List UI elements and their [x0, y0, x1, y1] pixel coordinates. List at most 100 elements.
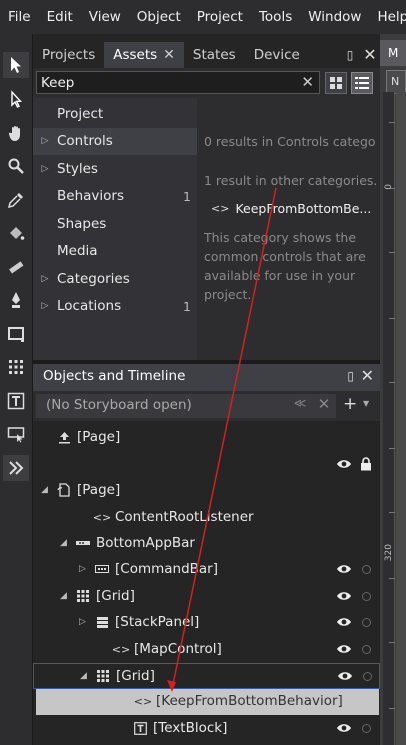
paint-bucket-tool-icon[interactable] — [3, 220, 29, 246]
tab-states[interactable]: States — [184, 42, 245, 68]
tree-row[interactable]: ▷ [StackPanel] — [33, 610, 380, 636]
eyedropper-tool-icon[interactable] — [3, 187, 29, 213]
storyboard-picker[interactable]: (No Storyboard open) ≪ ✕ — [36, 394, 336, 418]
category-behaviors[interactable]: Behaviors 1 — [33, 183, 197, 210]
list-view-button[interactable] — [351, 72, 373, 94]
panel-tabs: Projects Assets ✕ States Device ▯ ✕ — [33, 40, 380, 68]
menu-item-project[interactable]: Project — [189, 0, 251, 34]
lock-toggle-dot[interactable] — [362, 724, 371, 733]
tools-panel — [0, 34, 33, 745]
behavior-code-icon: <> — [211, 202, 230, 215]
pin-icon[interactable]: ▯ — [347, 369, 354, 383]
lock-toggle-dot[interactable] — [362, 645, 371, 654]
lock-toggle-dot[interactable] — [362, 565, 371, 574]
tree-item-label: [StackPanel] — [115, 614, 200, 630]
visibility-eye-icon[interactable] — [336, 590, 352, 602]
tab-label: States — [192, 47, 236, 63]
expand-arrow-icon[interactable]: ▷ — [33, 136, 57, 146]
visibility-eye-icon[interactable] — [336, 616, 352, 628]
visibility-eye-icon[interactable] — [336, 458, 352, 470]
category-shapes[interactable]: Shapes — [33, 210, 197, 237]
tab-assets[interactable]: Assets ✕ — [104, 42, 184, 68]
close-icon[interactable]: ✕ — [361, 366, 374, 385]
category-categories[interactable]: ▷ Categories — [33, 265, 197, 292]
gradient-tool-icon[interactable] — [3, 254, 29, 280]
chevron-down-icon[interactable]: ▼ — [363, 399, 369, 408]
collapse-arrow-icon[interactable]: ◢ — [60, 538, 67, 548]
grid-icon — [96, 669, 110, 683]
collapse-arrow-icon[interactable]: ◢ — [80, 671, 87, 681]
visibility-eye-icon[interactable] — [336, 563, 352, 575]
tree-row[interactable]: [Page] — [33, 425, 380, 451]
lock-toggle-dot[interactable] — [362, 618, 371, 627]
menu-item-window[interactable]: Window — [300, 0, 369, 34]
category-locations[interactable]: ▷ Locations 1 — [33, 293, 197, 320]
artboard-area: M N 0 320 — [380, 34, 406, 745]
category-controls[interactable]: ▷ Controls — [33, 127, 197, 155]
code-icon: <> — [133, 694, 153, 708]
close-tab-icon[interactable]: ✕ — [163, 42, 175, 68]
ruler-tick — [389, 122, 395, 123]
pen-tool-icon[interactable] — [3, 287, 29, 313]
category-media[interactable]: Media — [33, 238, 197, 265]
tree-row[interactable]: <> ContentRootListener — [33, 505, 380, 531]
tab-device[interactable]: Device — [245, 42, 309, 68]
category-label: Styles — [57, 160, 98, 177]
text-tool-icon[interactable] — [3, 388, 29, 414]
menu-item-help[interactable]: Help — [369, 0, 406, 34]
grid-view-button[interactable] — [325, 72, 347, 94]
menu-item-tools[interactable]: Tools — [251, 0, 300, 34]
design-canvas[interactable] — [396, 92, 406, 745]
lock-toggle-dot[interactable] — [363, 672, 372, 681]
tree-row[interactable]: ◢ [Grid] — [33, 584, 380, 610]
close-icon[interactable]: ✕ — [360, 42, 380, 68]
category-project[interactable]: Project — [33, 100, 197, 127]
menu-item-view[interactable]: View — [81, 0, 129, 34]
rectangle-tool-icon[interactable] — [3, 321, 29, 347]
control-tool-icon[interactable] — [3, 421, 29, 447]
clear-search-icon[interactable]: ✕ — [301, 73, 314, 91]
expand-arrow-icon[interactable]: ▷ — [33, 301, 57, 311]
tree-row[interactable]: ▷ [CommandBar] — [33, 557, 380, 583]
expand-arrow-icon[interactable]: ▷ — [33, 164, 57, 174]
selection-tool-icon[interactable] — [3, 52, 29, 78]
visibility-eye-icon[interactable] — [336, 643, 352, 655]
collapse-all-icon[interactable]: ≪ — [290, 396, 310, 416]
collapse-arrow-icon[interactable]: ◢ — [41, 485, 48, 495]
asset-search-input[interactable] — [41, 73, 291, 92]
pin-icon[interactable]: ▯ — [340, 42, 360, 68]
tree-row[interactable]: [TextBlock] — [33, 716, 380, 742]
menu-item-edit[interactable]: Edit — [39, 0, 81, 34]
collapse-arrow-icon[interactable]: ◢ — [60, 591, 67, 601]
visibility-eye-icon[interactable] — [336, 722, 352, 734]
tree-row[interactable]: <> [MapControl] — [33, 637, 380, 663]
direct-selection-tool-icon[interactable] — [3, 86, 29, 112]
grid-tool-icon[interactable] — [3, 354, 29, 380]
close-storyboard-icon[interactable]: ✕ — [314, 395, 334, 415]
expand-arrow-icon[interactable]: ▷ — [33, 274, 57, 284]
tree-row[interactable]: ◢ BottomAppBar — [33, 531, 380, 557]
menu-item-file[interactable]: File — [0, 0, 39, 34]
tree-row[interactable]: ◢ [Page] — [33, 478, 380, 504]
lock-icon[interactable] — [360, 457, 372, 475]
ruler-tick — [389, 578, 395, 579]
zoom-tool-icon[interactable] — [3, 153, 29, 179]
category-styles[interactable]: ▷ Styles — [33, 155, 197, 182]
new-storyboard-icon[interactable]: + — [343, 394, 357, 414]
menu-item-object[interactable]: Object — [129, 0, 189, 34]
expand-arrow-icon[interactable]: ▷ — [79, 617, 86, 627]
tree-row[interactable] — [33, 452, 380, 478]
lock-toggle-dot[interactable] — [362, 592, 371, 601]
tab-projects[interactable]: Projects — [33, 42, 104, 68]
expand-arrow-icon[interactable]: ▷ — [79, 564, 86, 574]
tree-row[interactable]: ◢ [Grid] — [33, 663, 380, 689]
assets-expand-icon[interactable] — [3, 455, 29, 481]
document-tab[interactable]: M — [380, 40, 406, 66]
visibility-eye-icon[interactable] — [337, 670, 353, 682]
tab-label: Projects — [42, 47, 96, 63]
tree-row[interactable]: <> [KeepFromBottomBehavior] — [36, 689, 379, 715]
pan-tool-icon[interactable] — [3, 120, 29, 146]
category-label: Behaviors — [57, 188, 124, 204]
tree-item-label: [KeepFromBottomBehavior] — [156, 693, 343, 709]
result-item[interactable]: <> KeepFromBottomBe... — [211, 201, 371, 216]
